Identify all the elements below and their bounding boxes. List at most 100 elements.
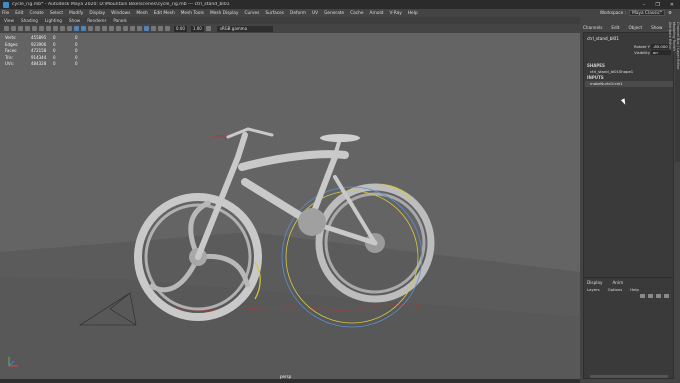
channel-box: ctrl_stand_bl01 Rotate Y Visibility -85.… bbox=[583, 32, 674, 292]
hud-row: Verts: 455895 0 0 bbox=[5, 35, 78, 40]
lock-camera-icon[interactable] bbox=[11, 26, 16, 31]
hud-row: UVs: 484328 0 0 bbox=[5, 61, 78, 67]
select-camera-icon[interactable] bbox=[4, 26, 9, 31]
gamma-field[interactable]: 1.00 bbox=[190, 25, 204, 32]
maya-app-icon bbox=[3, 1, 9, 8]
maximize-icon[interactable]: ❐ bbox=[655, 2, 659, 8]
shadows-icon[interactable] bbox=[109, 26, 114, 31]
options-menu[interactable]: Options bbox=[608, 287, 623, 292]
close-icon[interactable]: ✕ bbox=[670, 2, 674, 8]
move-layer-down-icon[interactable] bbox=[648, 294, 653, 298]
input-node-item[interactable]: makeNurbCircle1 bbox=[590, 81, 623, 86]
wireframe-on-shaded-icon[interactable] bbox=[88, 26, 93, 31]
menu-windows[interactable]: Windows bbox=[111, 11, 130, 16]
shape-node-item[interactable]: ctrl_stand_bl01Shape1 bbox=[590, 69, 633, 74]
backface-icon[interactable] bbox=[165, 26, 170, 31]
axis-gizmo-icon bbox=[8, 357, 18, 367]
panel-menu-lighting[interactable]: Lighting bbox=[45, 18, 62, 23]
bookmark-icon[interactable] bbox=[18, 26, 23, 31]
move-layer-up-icon[interactable] bbox=[640, 294, 645, 298]
menu-curves[interactable]: Curves bbox=[244, 11, 259, 16]
main-menu-bar: File Edit Create Select Modify Display W… bbox=[0, 9, 680, 17]
menu-vray[interactable]: V-Ray bbox=[389, 11, 401, 16]
textured-icon[interactable] bbox=[95, 26, 100, 31]
tab-anim-layers[interactable]: Anim bbox=[612, 280, 623, 285]
panel-toolbar: 0.00 1.00 sRGB gamma bbox=[0, 24, 580, 33]
new-empty-layer-icon[interactable] bbox=[656, 294, 661, 298]
menu-mesh[interactable]: Mesh bbox=[136, 11, 147, 16]
xray-joints-icon[interactable] bbox=[158, 26, 163, 31]
panel-menu-panels[interactable]: Panels bbox=[113, 18, 126, 23]
show-menu[interactable]: Show bbox=[651, 25, 662, 30]
viewport-panel[interactable]: View Shading Lighting Show Renderer Pane… bbox=[0, 17, 580, 379]
title-bar: cycle_rig.mb* - Autodesk Maya 2020: D:\M… bbox=[0, 0, 680, 9]
shapes-header: SHAPES bbox=[587, 63, 605, 68]
scene-view[interactable] bbox=[0, 17, 580, 379]
safe-action-icon[interactable] bbox=[67, 26, 72, 31]
color-management-icon[interactable] bbox=[205, 26, 211, 31]
wireframe-icon[interactable] bbox=[74, 26, 79, 31]
mouse-cursor-icon bbox=[620, 98, 628, 106]
bottom-status-bar bbox=[0, 379, 580, 383]
anti-aliasing-icon[interactable] bbox=[130, 26, 135, 31]
panel-menu-show[interactable]: Show bbox=[69, 18, 80, 23]
menu-arnold[interactable]: Arnold bbox=[370, 11, 384, 16]
menu-display[interactable]: Display bbox=[89, 11, 105, 16]
menu-edit[interactable]: Edit bbox=[15, 11, 23, 16]
tab-modeling-toolkit[interactable]: Modeling Toolkit bbox=[672, 22, 676, 152]
panel-menu-view[interactable]: View bbox=[4, 18, 14, 23]
lights-icon[interactable] bbox=[102, 26, 107, 31]
image-plane-icon[interactable] bbox=[25, 26, 30, 31]
menu-mesh-tools[interactable]: Mesh Tools bbox=[181, 11, 204, 16]
selected-object-name[interactable]: ctrl_stand_bl01 bbox=[587, 36, 619, 41]
object-menu[interactable]: Object bbox=[628, 25, 642, 30]
view-transform-dropdown[interactable]: sRGB gamma bbox=[216, 25, 273, 32]
workspace-select[interactable]: Maya Classic* bbox=[629, 10, 666, 16]
motion-blur-icon[interactable] bbox=[123, 26, 128, 31]
menu-mesh-display[interactable]: Mesh Display bbox=[210, 11, 239, 16]
new-layer-selected-icon[interactable] bbox=[664, 294, 669, 298]
exposure-field[interactable]: 0.00 bbox=[174, 25, 187, 32]
attribute-names: Rotate Y Visibility bbox=[624, 44, 650, 56]
attr-visibility-label[interactable]: Visibility bbox=[624, 50, 650, 56]
menu-uv[interactable]: UV bbox=[312, 11, 318, 16]
menu-file[interactable]: File bbox=[2, 11, 9, 16]
layer-scrollbar[interactable] bbox=[590, 375, 668, 378]
grid-icon[interactable] bbox=[32, 26, 37, 31]
xray-icon[interactable] bbox=[151, 26, 156, 31]
minimize-icon[interactable]: – bbox=[643, 2, 646, 8]
menu-select[interactable]: Select bbox=[50, 11, 63, 16]
menu-deform[interactable]: Deform bbox=[290, 11, 306, 16]
layers-menu[interactable]: Layers bbox=[587, 287, 600, 292]
gate-mask-icon[interactable] bbox=[53, 26, 58, 31]
help-menu[interactable]: Help bbox=[630, 287, 639, 292]
resolution-gate-icon[interactable] bbox=[46, 26, 51, 31]
layer-editor: Display Anim Layers Options Help bbox=[583, 277, 674, 379]
menu-create[interactable]: Create bbox=[30, 11, 44, 16]
hud-row: Faces: 472158 0 0 bbox=[5, 48, 78, 54]
hud-row: Edges: 923906 0 0 bbox=[5, 41, 78, 47]
field-chart-icon[interactable] bbox=[60, 26, 65, 31]
menu-edit-mesh[interactable]: Edit Mesh bbox=[154, 11, 175, 16]
tab-display-layers[interactable]: Display bbox=[587, 280, 602, 285]
crank-chainring bbox=[298, 208, 326, 236]
film-gate-icon[interactable] bbox=[39, 26, 44, 31]
channel-box-menus: Channels Edit Object Show bbox=[583, 25, 662, 30]
menu-help[interactable]: Help bbox=[408, 11, 418, 16]
menu-generate[interactable]: Generate bbox=[324, 11, 344, 16]
depth-of-field-icon[interactable] bbox=[137, 26, 142, 31]
panel-menu-shading[interactable]: Shading bbox=[21, 18, 38, 23]
tab-attribute-editor[interactable]: Attribute Editor bbox=[668, 22, 672, 152]
tab-channel-box-layer-editor[interactable]: Channel Box / Layer Editor bbox=[676, 22, 680, 152]
channels-menu[interactable]: Channels bbox=[583, 25, 602, 30]
ambient-occlusion-icon[interactable] bbox=[116, 26, 121, 31]
menu-cache[interactable]: Cache bbox=[350, 11, 363, 16]
gear-icon[interactable]: ⚙ bbox=[668, 11, 672, 16]
smooth-shade-icon[interactable] bbox=[81, 26, 86, 31]
edit-menu[interactable]: Edit bbox=[611, 25, 619, 30]
bike-saddle bbox=[320, 134, 360, 142]
menu-modify[interactable]: Modify bbox=[69, 11, 83, 16]
panel-menu-renderer[interactable]: Renderer bbox=[87, 18, 106, 23]
isolate-select-icon[interactable] bbox=[144, 26, 149, 31]
menu-surfaces[interactable]: Surfaces bbox=[265, 11, 284, 16]
